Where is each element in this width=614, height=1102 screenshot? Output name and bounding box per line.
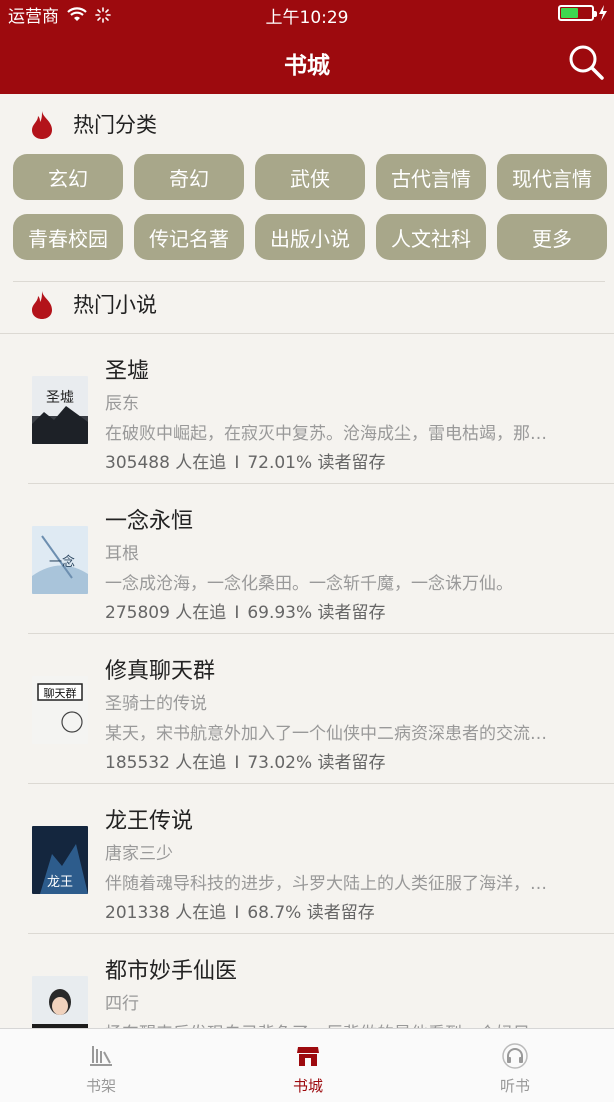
hot-categories-header: 热门分类 [0,98,614,150]
store-icon [297,1047,319,1066]
status-time: 上午10:29 [265,8,349,28]
section-title: 热门小说 [73,293,157,317]
book-cover-image: 聊天群 [32,676,88,744]
retention-rate: 68.7% 读者留存 [247,903,375,923]
book-author: 耳根 [105,544,139,564]
followers-count: 275809 人在追 [105,603,227,623]
tab-label: 书城 [292,1077,323,1095]
bookshelf-icon [90,1046,112,1066]
book-author: 唐家三少 [105,844,173,864]
book-item[interactable]: 龙王 龙王传说 唐家三少 伴随着魂导科技的进步，斗罗大陆上的人类征服了海洋，… … [0,784,614,934]
category-pill[interactable]: 玄幻 [13,154,123,200]
book-title: 一念永恒 [105,509,194,534]
tab-bar: 书架 书城 听书 [0,1028,614,1102]
book-stats: 201338 人在追 I 68.7% 读者留存 [105,903,375,923]
flame-icon [32,111,52,139]
more-categories-button[interactable]: 更多 [497,214,607,260]
book-description: 在破败中崛起，在寂灭中复苏。沧海成尘，雷电枯竭，那… [105,424,547,444]
category-pill[interactable]: 青春校园 [13,214,123,260]
tab-audiobooks[interactable]: 听书 [465,1029,565,1102]
followers-count: 201338 人在追 [105,903,227,923]
book-title: 修真聊天群 [105,659,216,684]
followers-count: 185532 人在追 [105,753,227,773]
flame-icon [32,291,52,319]
charging-icon [599,5,607,21]
category-pill[interactable]: 人文社科 [376,214,486,260]
tab-label: 书架 [85,1077,116,1095]
retention-rate: 69.93% 读者留存 [247,603,386,623]
book-title: 龙王传说 [105,809,194,834]
book-item[interactable]: 聊天群 修真聊天群 圣骑士的传说 某天，宋书航意外加入了一个仙侠中二病资深患者的… [0,634,614,784]
tab-label: 听书 [499,1077,530,1095]
book-description: 伴随着魂导科技的进步，斗罗大陆上的人类征服了海洋，… [105,874,547,894]
book-item[interactable]: 一念 一念永恒 耳根 一念成沧海，一念化桑田。一念斩千魔，一念诛万仙。 2758… [0,484,614,634]
status-bar: 运营商 上午10:29 [0,0,614,28]
book-author: 辰东 [105,394,139,414]
book-author: 圣骑士的传说 [105,694,207,714]
book-cover-image: 圣墟 [32,376,88,444]
category-pill[interactable]: 武侠 [255,154,365,200]
book-stats: 275809 人在追 I 69.93% 读者留存 [105,603,386,623]
tab-bookshelf[interactable]: 书架 [51,1029,151,1102]
book-title: 都市妙手仙医 [105,959,238,984]
svg-text:龙王: 龙王 [47,875,73,890]
hot-novels-header: 热门小说 [0,278,614,330]
svg-text:一念: 一念 [49,554,75,570]
tab-bookstore[interactable]: 书城 [258,1029,358,1102]
battery-icon [558,5,597,21]
category-pill[interactable]: 古代言情 [376,154,486,200]
book-stats: 185532 人在追 I 73.02% 读者留存 [105,753,386,773]
svg-text:圣墟: 圣墟 [46,390,74,406]
category-pill[interactable]: 出版小说 [255,214,365,260]
retention-rate: 73.02% 读者留存 [247,753,386,773]
headphones-icon [502,1043,528,1069]
category-pill[interactable]: 传记名著 [134,214,244,260]
book-author: 四行 [105,994,139,1014]
book-cover-image: 一念 [32,526,88,594]
category-pill[interactable]: 现代言情 [497,154,607,200]
book-cover-image: 龙王 [32,826,88,894]
category-pill[interactable]: 奇幻 [134,154,244,200]
book-description: 某天，宋书航意外加入了一个仙侠中二病资深患者的交流… [105,724,547,744]
followers-count: 305488 人在追 [105,453,227,473]
book-stats: 305488 人在追 I 72.01% 读者留存 [105,453,386,473]
book-item[interactable]: 圣墟 圣墟 辰东 在破败中崛起，在寂灭中复苏。沧海成尘，雷电枯竭，那… 3054… [0,334,614,484]
search-icon[interactable] [566,42,606,82]
book-title: 圣墟 [105,359,150,384]
book-description: 一念成沧海，一念化桑田。一念斩千魔，一念诛万仙。 [105,574,513,594]
page-title: 书城 [284,53,330,79]
svg-text:聊天群: 聊天群 [44,686,77,700]
section-title: 热门分类 [73,113,157,137]
retention-rate: 72.01% 读者留存 [247,453,386,473]
status-right [558,5,608,21]
nav-bar: 书城 [0,28,614,94]
